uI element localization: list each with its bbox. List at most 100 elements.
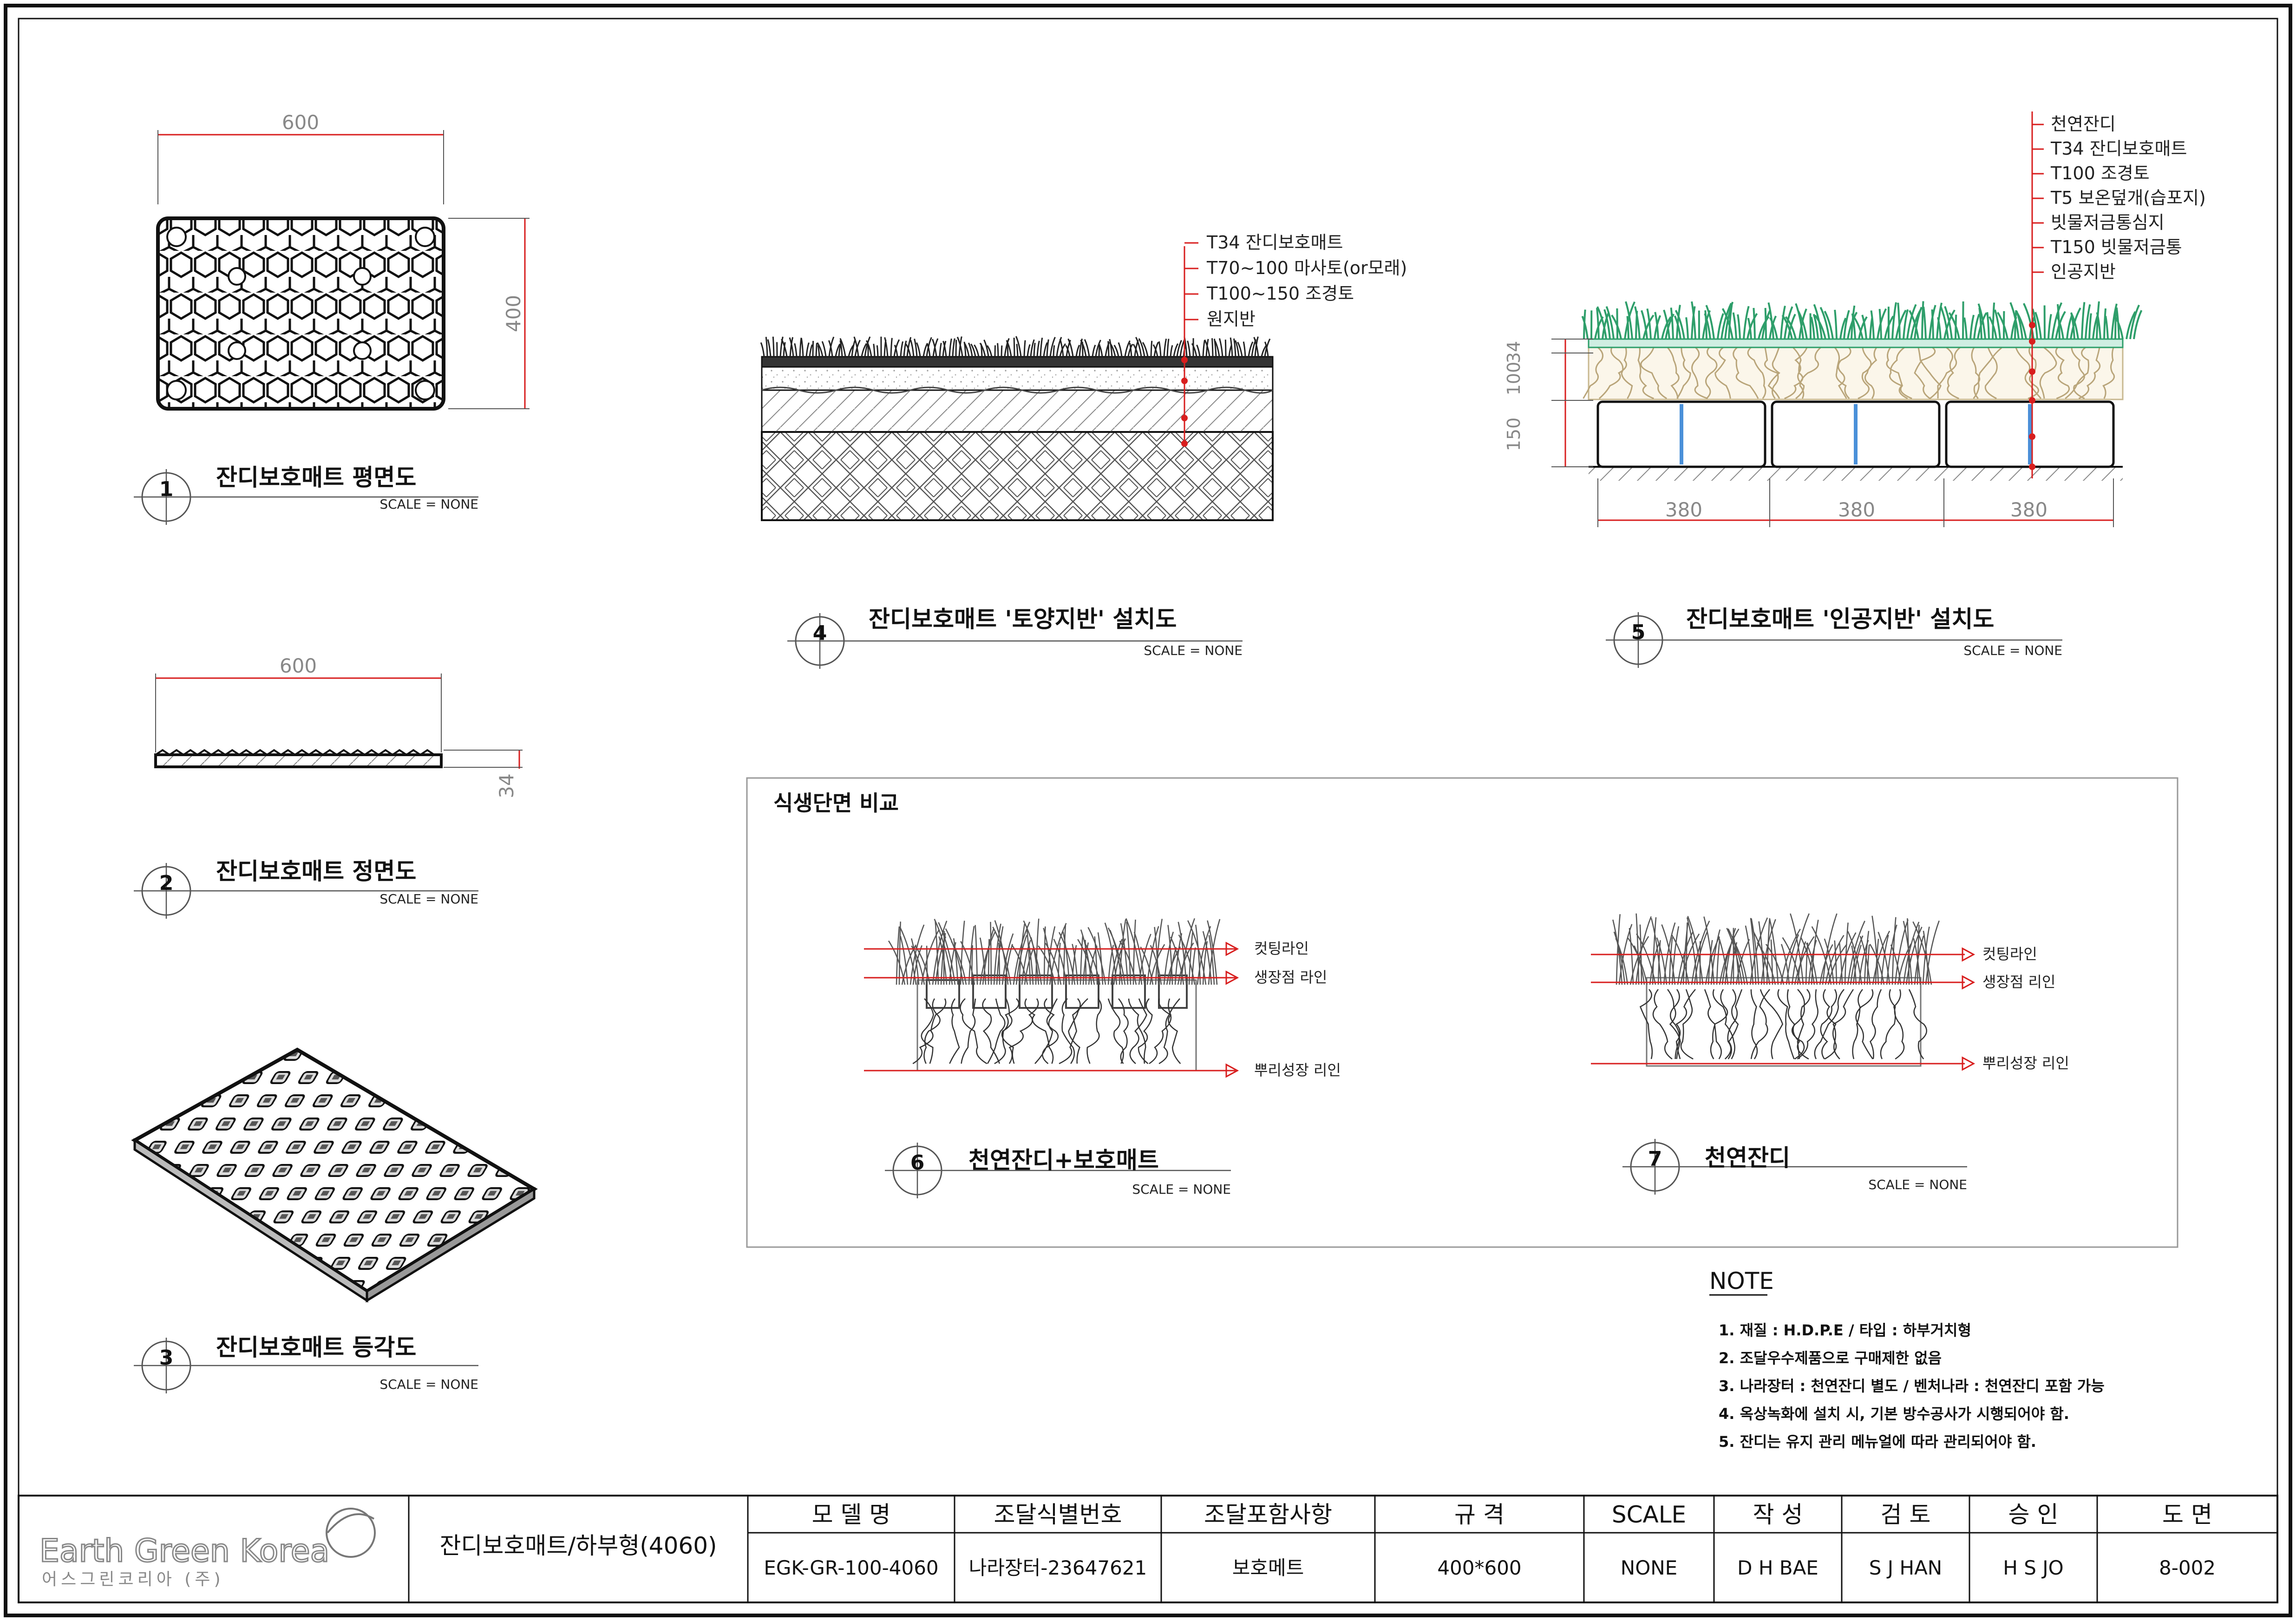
soil-layer-label: T100~150 조경토: [1206, 283, 1354, 304]
mat-plan-drawing: [156, 216, 445, 411]
product-name: 잔디보호매트/하부형(4060): [439, 1532, 717, 1559]
natural-line-label: 뿌리성장 리인: [1982, 1054, 2069, 1072]
view-scale: SCALE = NONE: [1144, 643, 1243, 658]
notes: NOTE 1. 재질 : H.D.P.E / 타입 : 하부거치형 2. 조달우수…: [1709, 1268, 2105, 1451]
dim-plan-width: 600: [282, 111, 319, 134]
titleblock-value: D H BAE: [1737, 1556, 1818, 1579]
drawing-canvas: 600 400 600 34 T34 잔디보호매트T70~100 마사토(or모…: [4, 4, 2292, 1617]
titleblock-header: 작 성: [1753, 1501, 1803, 1528]
dim-artificial-w2: 380: [1838, 498, 1875, 521]
soil-layer-label: T70~100 마사토(or모래): [1206, 258, 1407, 278]
titleblock-header: SCALE: [1612, 1501, 1686, 1528]
view-title-text: 잔디보호매트 등각도: [216, 1334, 416, 1361]
titleblock-value: H S JO: [2003, 1556, 2063, 1579]
dim-artificial-d1: 34: [1504, 341, 1524, 363]
artificial-layer-label: T150 빗물저금통: [2050, 237, 2182, 257]
comparison-title: 식생단면 비교: [773, 791, 899, 816]
view-title-text: 천연잔디+보호매트: [968, 1147, 1159, 1174]
view-scale: SCALE = NONE: [1963, 643, 2062, 658]
dim-front-width: 600: [280, 654, 317, 677]
titleblock-header: 도 면: [2162, 1501, 2212, 1528]
natural-line-label: 생장점 리인: [1982, 973, 2055, 991]
view-title-text: 잔디보호매트 평면도: [216, 464, 416, 491]
dim-artificial-d2: 100: [1504, 362, 1524, 396]
soil-layer-label: 원지반: [1207, 309, 1256, 329]
mat-layer: [761, 356, 1274, 368]
view-title-text: 천연잔디: [1705, 1144, 1790, 1171]
view-artificial-section: 천연잔디 T34 잔디보호매트 T100 조경토 T5 보온덮개(습포지) 빗물저금통심…: [1504, 111, 2206, 527]
view-scale: SCALE = NONE: [1132, 1182, 1231, 1197]
titleblock-header: 조달식별번호: [994, 1501, 1122, 1528]
sand-layer: [761, 366, 1274, 391]
view-title-4: 4 잔디보호매트 '토양지반' 설치도 SCALE = NONE: [787, 606, 1243, 669]
dim-artificial-w1: 380: [1665, 498, 1702, 521]
dim-artificial-w3: 380: [2010, 498, 2047, 521]
view-scale: SCALE = NONE: [379, 1377, 478, 1392]
view-scale: SCALE = NONE: [1868, 1177, 1967, 1192]
view-number: 5: [1631, 621, 1646, 644]
view-plan: 600 400: [156, 111, 530, 411]
view-scale: SCALE = NONE: [379, 497, 478, 512]
note-item: 4. 옥상녹화에 설치 시, 기본 방수공사가 시행되어야 함.: [1719, 1405, 2069, 1423]
artificial-layer-label: 인공지반: [2051, 261, 2116, 282]
landscape-soil-layer: [761, 389, 1274, 433]
logo-subtext: 어스그린코리아 (주): [42, 1570, 224, 1589]
mat-line-label: 생장점 라인: [1254, 968, 1327, 986]
mat-front-drawing: [154, 753, 443, 768]
note-item: 3. 나라장터 : 천연잔디 별도 / 벤처나라 : 천연잔디 포함 가능: [1719, 1377, 2105, 1395]
mat-line-label: 컷팅라인: [1254, 940, 1309, 957]
titleblock-value: S J HAN: [1869, 1556, 1942, 1579]
view-isometric: [131, 1047, 538, 1303]
artificial-layer-label: T5 보온덮개(습포지): [2050, 188, 2206, 208]
dim-plan-height: 400: [502, 295, 525, 332]
original-ground-layer: [761, 431, 1274, 521]
view-number: 4: [813, 621, 827, 645]
titleblock-header: 모 델 명: [812, 1501, 891, 1528]
titleblock-value: 보호메트: [1232, 1556, 1304, 1579]
artificial-layer-label: T34 잔디보호매트: [2050, 138, 2187, 159]
natural-line-label: 컷팅라인: [1982, 945, 2037, 963]
titleblock-value: 400*600: [1437, 1556, 1521, 1579]
view-mat-vegetation: 컷팅라인생장점 라인뿌리성장 리인: [864, 918, 1341, 1079]
view-title-5: 5 잔디보호매트 '인공지반' 설치도 SCALE = NONE: [1606, 606, 2062, 668]
mat-isometric-drawing: [131, 1047, 538, 1294]
view-title-7: 7 천연잔디 SCALE = NONE: [1622, 1139, 1967, 1195]
title-block: 모 델 명 조달식별번호 조달포함사항 규 격 SCALE 작 성 검 토 승 인 도 면 EG…: [18, 1495, 2278, 1603]
titleblock-value: NONE: [1621, 1556, 1677, 1579]
titleblock-header: 검 토: [1881, 1501, 1931, 1528]
view-number: 6: [910, 1151, 925, 1175]
view-title-1: 1 잔디보호매트 평면도 SCALE = NONE: [134, 464, 478, 525]
mat-artificial: [1588, 338, 2124, 348]
view-title-3: 3 잔디보호매트 등각도 SCALE = NONE: [134, 1334, 478, 1393]
dim-artificial-d3: 150: [1504, 418, 1524, 451]
note-item: 5. 잔디는 유지 관리 메뉴얼에 따라 관리되어야 함.: [1719, 1433, 2036, 1451]
artificial-layer-label: 빗물저금통심지: [2051, 212, 2165, 233]
titleblock-header: 규 격: [1454, 1501, 1505, 1528]
note-title: NOTE: [1709, 1268, 1774, 1294]
view-title-text: 잔디보호매트 '인공지반' 설치도: [1686, 606, 1994, 633]
view-title-6: 6 천연잔디+보호매트 SCALE = NONE: [885, 1143, 1231, 1198]
view-number: 1: [159, 477, 174, 501]
artificial-layer-label: 천연잔디: [2051, 114, 2116, 134]
dim-front-height: 34: [495, 773, 518, 798]
view-soil-section: T34 잔디보호매트 T70~100 마사토(or모래) T100~150 조경토원…: [760, 232, 1407, 521]
view-title-2: 2 잔디보호매트 정면도 SCALE = NONE: [134, 858, 478, 919]
note-item: 1. 재질 : H.D.P.E / 타입 : 하부거치형: [1719, 1321, 1971, 1339]
view-title-text: 잔디보호매트 정면도: [216, 858, 416, 885]
titleblock-value: 8-002: [2159, 1556, 2216, 1579]
view-number: 2: [159, 871, 174, 895]
titleblock-header: 승 인: [2008, 1501, 2059, 1528]
drawing-sheet: 600 400 600 34 T34 잔디보호매트 T70~100 마사토(or…: [0, 0, 2296, 1621]
view-scale: SCALE = NONE: [379, 891, 478, 907]
titleblock-value: EGK-GR-100-4060: [764, 1556, 938, 1579]
soil-layer-label: T34 잔디보호매트: [1206, 232, 1343, 253]
titleblock-header: 조달포함사항: [1204, 1501, 1332, 1528]
note-item: 2. 조달우수제품으로 구매제한 없음: [1719, 1349, 1942, 1367]
view-front: 600 34: [154, 654, 523, 798]
view-number: 3: [159, 1346, 174, 1370]
view-number: 7: [1648, 1147, 1662, 1171]
logo-text: Earth Green Korea: [39, 1533, 329, 1569]
titleblock-value: 나라장터-23647621: [969, 1556, 1147, 1579]
view-title-text: 잔디보호매트 '토양지반' 설치도: [869, 606, 1177, 633]
artificial-layer-label: T100 조경토: [2050, 163, 2150, 183]
